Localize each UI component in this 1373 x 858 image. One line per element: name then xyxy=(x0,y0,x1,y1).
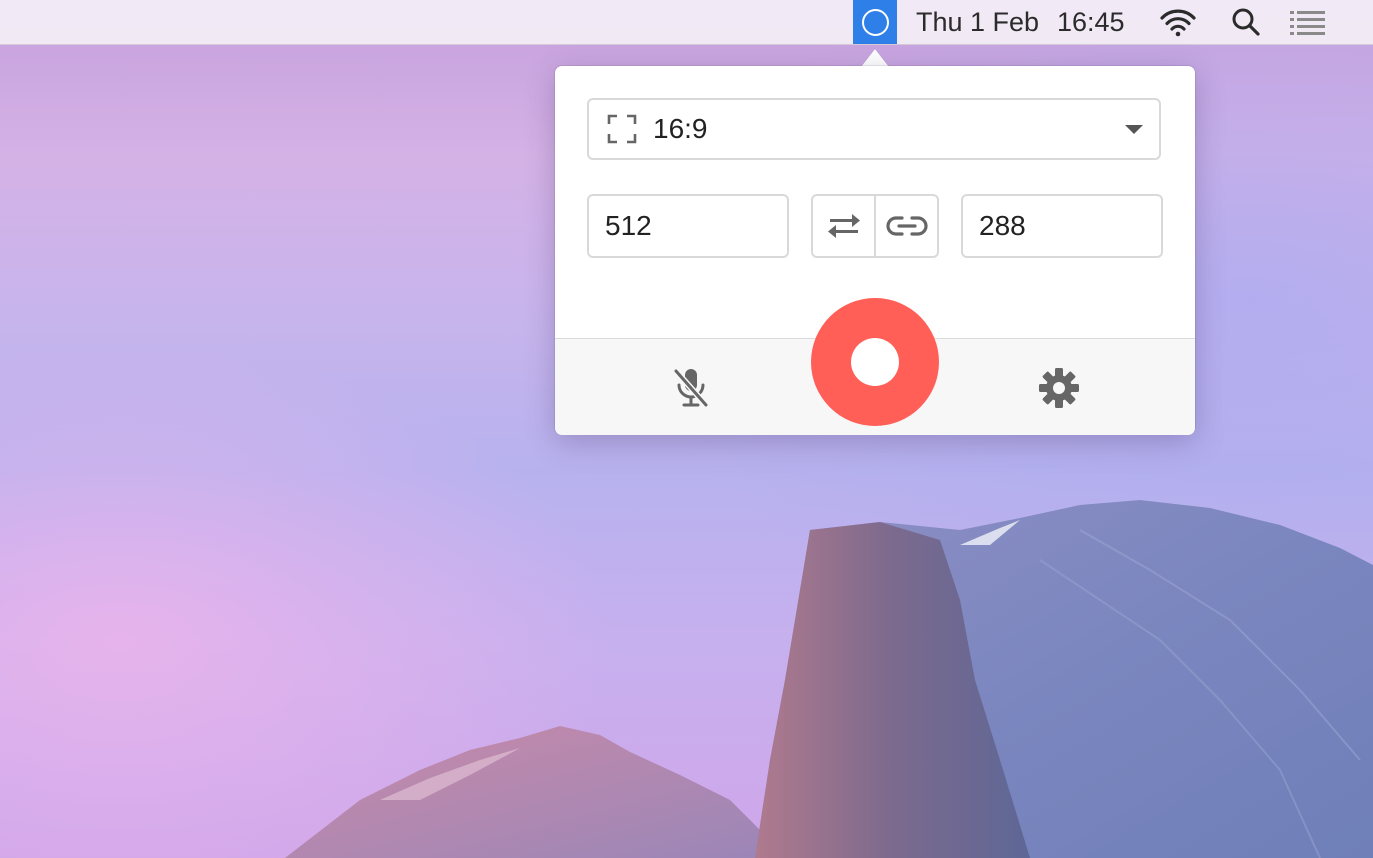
menu-bar: Thu 1 Feb 16:45 xyxy=(0,0,1373,45)
settings-button[interactable] xyxy=(1034,363,1084,413)
record-icon xyxy=(851,338,899,386)
status-app-button[interactable] xyxy=(853,0,897,44)
microphone-muted-icon xyxy=(673,368,709,408)
link-dimensions-button[interactable] xyxy=(874,196,937,256)
swap-arrows-icon xyxy=(827,214,860,238)
microphone-toggle-button[interactable] xyxy=(666,363,716,413)
gear-icon xyxy=(1039,368,1079,408)
dimension-button-group xyxy=(811,194,939,258)
swap-dimensions-button[interactable] xyxy=(813,196,874,256)
aspect-ratio-dropdown[interactable]: 16:9 xyxy=(587,98,1161,160)
wifi-icon[interactable] xyxy=(1156,6,1200,38)
popover-arrow xyxy=(861,49,889,67)
chevron-down-icon xyxy=(1125,125,1143,134)
search-icon[interactable] xyxy=(1224,6,1268,38)
aspect-ratio-value: 16:9 xyxy=(653,113,708,144)
list-icon[interactable] xyxy=(1286,6,1330,38)
crop-frame-icon xyxy=(607,114,637,144)
record-button[interactable] xyxy=(811,298,939,426)
link-icon xyxy=(885,216,928,236)
width-input[interactable] xyxy=(587,194,789,258)
menu-date[interactable]: Thu 1 Feb xyxy=(916,7,1039,37)
circle-outline-icon xyxy=(861,8,889,36)
menu-clock[interactable]: 16:45 xyxy=(1057,7,1125,37)
height-input[interactable] xyxy=(961,194,1163,258)
recorder-popover: 16:9 xyxy=(555,66,1195,435)
